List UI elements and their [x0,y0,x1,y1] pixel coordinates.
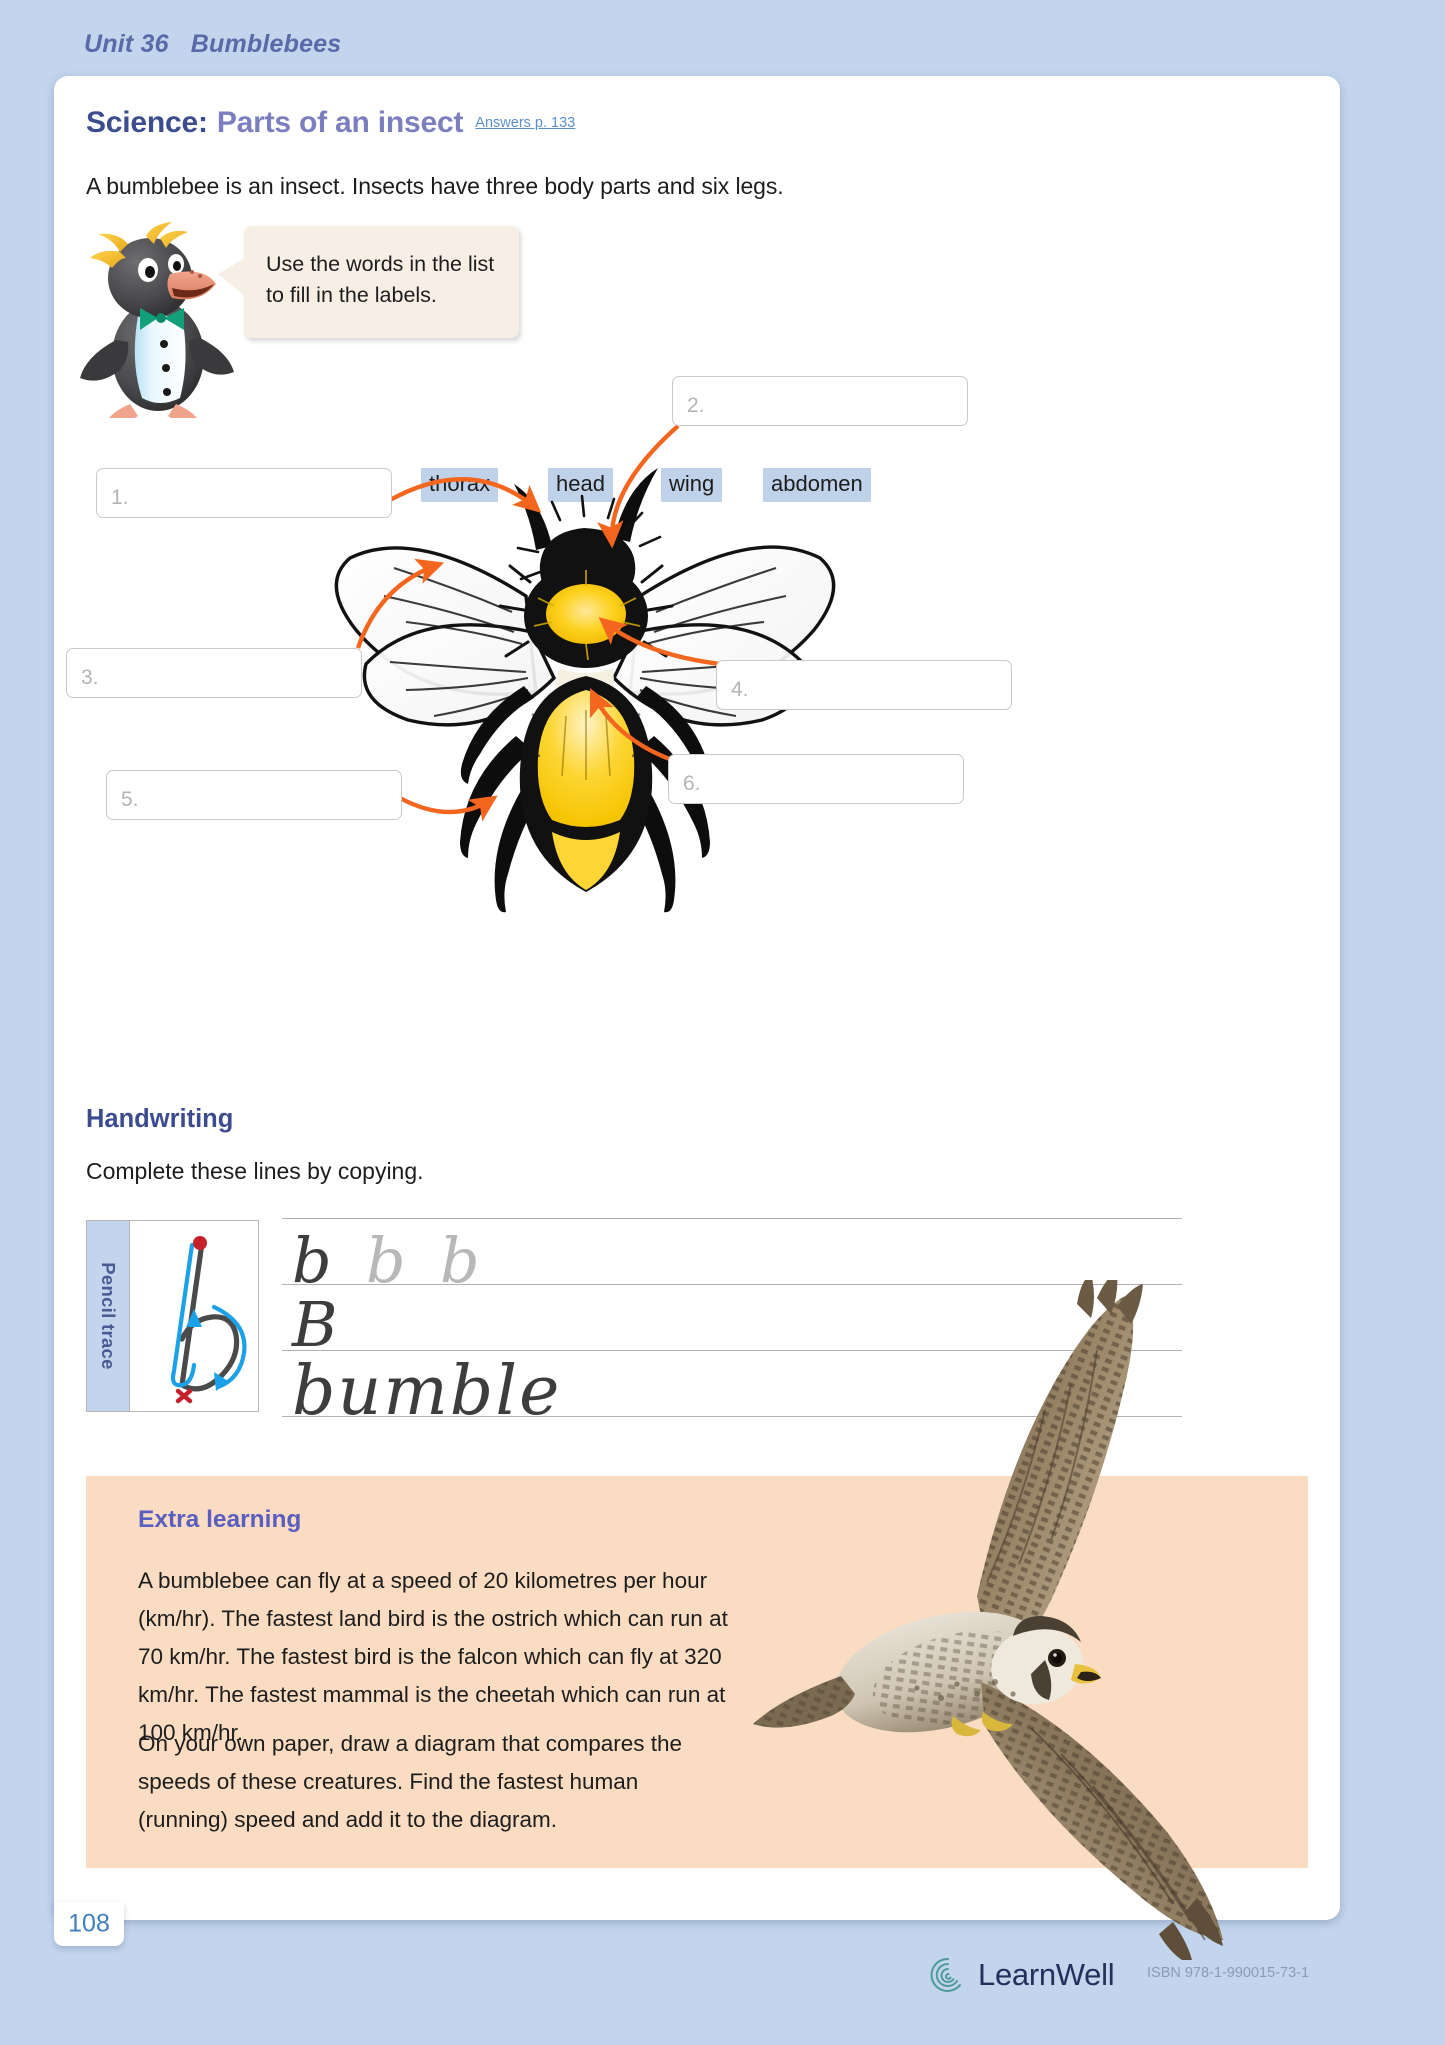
section-title: Parts of an insect [216,106,464,139]
label-box-1-number: 1. [111,486,129,509]
label-box-5[interactable]: 5. [106,770,402,820]
word-bank-item-head[interactable]: head [548,468,613,502]
isbn-text: ISBN 978-1-990015-73-1 [1147,1965,1310,1981]
brand-logo: LearnWell [928,1955,1115,1995]
falcon-photo [753,1280,1223,1960]
label-box-3-number: 3. [81,666,99,689]
letter-b-trace-icon [170,1236,247,1404]
extra-learning-heading: Extra learning [138,1506,302,1533]
extra-learning-paragraph-2: On your own paper, draw a diagram that c… [138,1731,683,1832]
section-label: Science: [86,106,208,139]
word-bank-item-wing[interactable]: wing [661,468,723,502]
word-bank-item-abdomen[interactable]: abdomen [763,468,871,502]
answers-link[interactable]: Answers p. 133 [475,115,575,131]
word-bank-item-thorax[interactable]: thorax [421,468,499,502]
label-box-4-number: 4. [731,678,749,701]
running-head: Unit 36 Bumblebees [84,30,341,59]
hw-line1-glyph-1: b [292,1224,332,1297]
label-box-2[interactable]: 2. [672,376,968,426]
speech-bubble-text: Use the words in the list to fill in the… [266,252,495,307]
running-head-unit: Unit 36 [84,30,169,58]
penguin-mascot-icon [80,222,234,418]
label-box-1[interactable]: 1. [96,468,392,518]
brand-name: LearnWell [978,1957,1115,1992]
extra-learning-paragraph-1: A bumblebee can fly at a speed of 20 kil… [138,1568,728,1745]
label-box-3[interactable]: 3. [66,648,362,698]
handwriting-instruction: Complete these lines by copying. [86,1158,424,1184]
page-number: 108 [68,1909,110,1938]
hw-line1-glyph-2: b [366,1224,406,1297]
running-head-topic: Bumblebees [190,30,342,58]
page-title: Science: Parts of an insect Answers p. 1… [86,106,575,140]
speech-bubble: Use the words in the list to fill in the… [218,226,519,338]
label-box-4[interactable]: 4. [716,660,1012,710]
speech-bubble-tail [218,258,245,296]
label-box-6[interactable]: 6. [668,754,964,804]
learnwell-spiral-icon [930,1957,961,1992]
page-number-tab: 108 [54,1902,124,1946]
hw-line3-glyph-1: bumble [292,1352,562,1431]
hw-line1-glyph-3: b [440,1224,480,1297]
handwriting-heading: Handwriting [86,1105,234,1133]
pencil-trace-label: Pencil trace [98,1262,119,1370]
intro-text: A bumblebee is an insect. Insects have t… [86,173,784,199]
label-box-2-number: 2. [687,394,705,417]
pencil-trace-tab: Pencil trace [87,1221,130,1411]
hw-line2-glyph-1: B [292,1288,338,1361]
label-box-6-number: 6. [683,772,701,795]
label-box-5-number: 5. [121,788,139,811]
pencil-trace-box: Pencil trace [86,1220,259,1412]
